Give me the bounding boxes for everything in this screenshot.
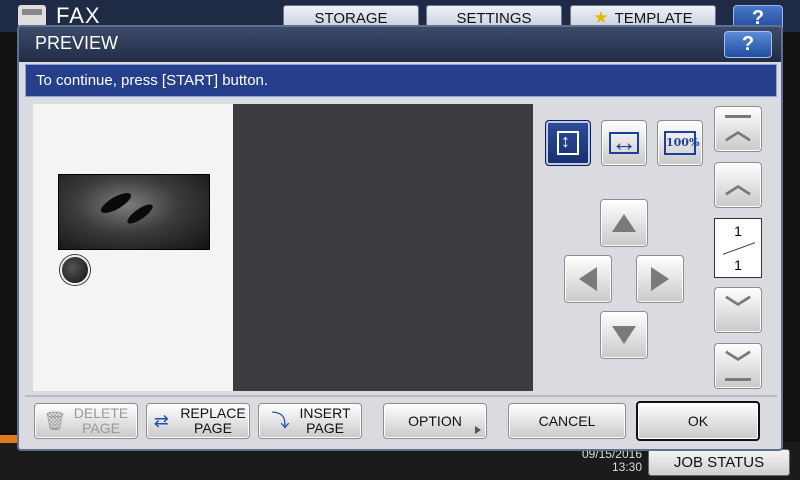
previous-page-button[interactable]: ︿ bbox=[714, 162, 762, 208]
replace-page-button[interactable]: ⇄ REPLACE PAGE bbox=[146, 403, 250, 439]
job-status-button[interactable]: JOB STATUS bbox=[648, 449, 790, 476]
clock: 09/15/2016 13:30 bbox=[560, 448, 642, 474]
page-indicator: 1 1 bbox=[714, 218, 762, 278]
first-page-icon: ︿ bbox=[724, 114, 751, 146]
chevron-up-icon: ︿ bbox=[724, 170, 751, 200]
option-label: OPTION bbox=[408, 412, 462, 429]
current-page: 1 bbox=[734, 223, 742, 239]
last-page-icon: ﹀ bbox=[724, 349, 751, 381]
preview-dialog: PREVIEW ? To continue, press [START] but… bbox=[17, 25, 783, 451]
page-thumbnail-image bbox=[58, 174, 210, 250]
first-page-button[interactable]: ︿ bbox=[714, 106, 762, 152]
scroll-left-button[interactable] bbox=[564, 255, 612, 303]
actual-size-icon: 100% bbox=[664, 131, 699, 155]
scroll-down-button[interactable] bbox=[600, 311, 648, 359]
tab-label: SETTINGS bbox=[456, 9, 532, 27]
cancel-button[interactable]: CANCEL bbox=[508, 403, 626, 439]
replace-icon: ⇄ bbox=[153, 410, 169, 431]
scroll-right-button[interactable] bbox=[636, 255, 684, 303]
globe-logo-image bbox=[60, 255, 90, 285]
ok-label: OK bbox=[687, 412, 709, 429]
submenu-arrow-icon bbox=[475, 426, 481, 434]
chevron-down-icon: ﹀ bbox=[724, 295, 751, 325]
divider bbox=[25, 395, 777, 397]
actual-size-button[interactable]: 100% bbox=[657, 120, 703, 166]
delete-page-button[interactable]: 🗑 DELETE PAGE bbox=[34, 403, 138, 439]
insert-icon: ⤵ bbox=[271, 410, 290, 431]
thumbnail-pane[interactable] bbox=[33, 104, 233, 391]
fit-page-icon bbox=[557, 131, 579, 155]
dialog-help-button[interactable]: ? bbox=[724, 31, 772, 58]
next-page-button[interactable]: ﹀ bbox=[714, 287, 762, 333]
fit-width-button[interactable]: ↔ bbox=[601, 120, 647, 166]
replace-page-label: REPLACE PAGE bbox=[180, 405, 246, 436]
ok-button[interactable]: OK bbox=[636, 401, 760, 441]
dialog-title: PREVIEW bbox=[35, 33, 119, 53]
trash-icon: 🗑 bbox=[43, 410, 67, 431]
fit-width-icon: ↔ bbox=[609, 127, 639, 157]
preview-area[interactable] bbox=[233, 104, 533, 391]
tab-label: TEMPLATE bbox=[614, 9, 693, 27]
tab-label: STORAGE bbox=[314, 9, 388, 27]
cancel-label: CANCEL bbox=[538, 412, 596, 429]
insert-page-label: INSERT PAGE bbox=[299, 405, 351, 436]
message-bar: To continue, press [START] button. bbox=[25, 64, 777, 97]
arrow-left-icon bbox=[579, 267, 597, 291]
insert-page-button[interactable]: ⤵ INSERT PAGE bbox=[258, 403, 362, 439]
fax-icon bbox=[18, 5, 46, 27]
arrow-right-icon bbox=[651, 267, 669, 291]
scroll-up-button[interactable] bbox=[600, 199, 648, 247]
last-page-button[interactable]: ﹀ bbox=[714, 343, 762, 389]
option-button[interactable]: OPTION bbox=[383, 403, 487, 439]
fit-page-button[interactable] bbox=[545, 120, 591, 166]
arrow-down-icon bbox=[612, 326, 636, 344]
total-pages: 1 bbox=[734, 257, 742, 273]
clock-time: 13:30 bbox=[611, 460, 642, 474]
arrow-up-icon bbox=[612, 214, 636, 232]
dialog-title-bar: PREVIEW ? bbox=[19, 27, 781, 62]
status-indicator bbox=[0, 435, 18, 443]
page-divider bbox=[722, 242, 756, 255]
delete-page-label: DELETE PAGE bbox=[73, 405, 129, 436]
